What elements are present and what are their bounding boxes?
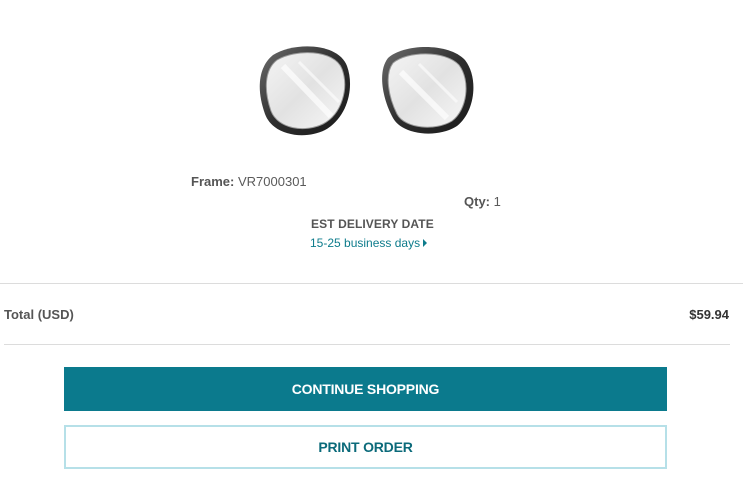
quantity-info: Qty: 1 xyxy=(464,194,501,209)
caret-right-icon xyxy=(423,239,428,247)
frame-info: Frame: VR7000301 xyxy=(191,174,307,189)
est-delivery-value: 15-25 business days xyxy=(310,236,421,250)
total-value: $59.94 xyxy=(689,307,729,322)
total-label: Total (USD) xyxy=(4,307,74,322)
est-delivery-label: EST DELIVERY DATE xyxy=(311,217,434,231)
qty-value: 1 xyxy=(493,194,501,209)
order-confirmation: Frame: VR7000301 Qty: 1 EST DELIVERY DAT… xyxy=(0,0,743,482)
lens-inserts-image xyxy=(259,46,474,136)
continue-shopping-button[interactable]: CONTINUE SHOPPING xyxy=(64,367,667,411)
divider xyxy=(0,283,743,284)
frame-value: VR7000301 xyxy=(237,174,307,189)
est-delivery-link[interactable]: 15-25 business days xyxy=(310,236,428,250)
divider xyxy=(4,344,730,345)
qty-label: Qty: xyxy=(464,194,490,209)
frame-label: Frame: xyxy=(191,174,235,189)
print-order-button[interactable]: PRINT ORDER xyxy=(64,425,667,469)
